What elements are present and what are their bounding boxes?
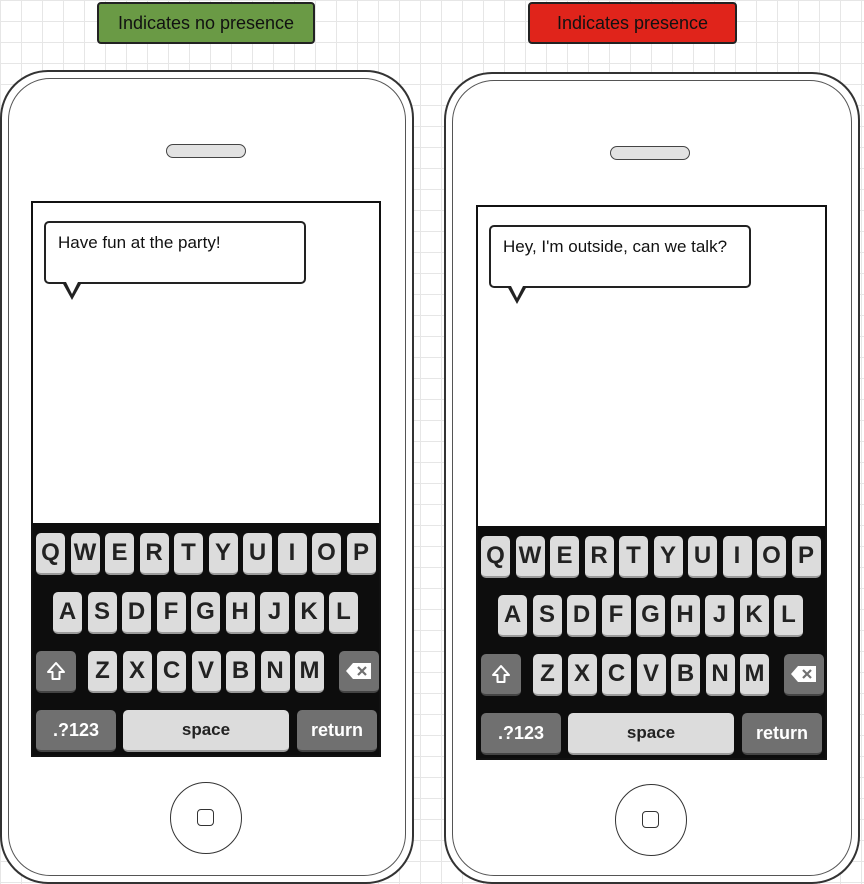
- backspace-key[interactable]: [339, 651, 379, 693]
- backspace-icon: [346, 663, 371, 679]
- key-j[interactable]: J: [260, 592, 289, 634]
- key-x[interactable]: X: [122, 651, 152, 693]
- key-y[interactable]: Y: [653, 536, 683, 578]
- key-s[interactable]: S: [532, 595, 562, 637]
- key-k[interactable]: K: [294, 592, 324, 634]
- key-q[interactable]: Q: [36, 533, 65, 575]
- key-v[interactable]: V: [636, 654, 666, 696]
- phone-screen: Have fun at the party! QWERTYUIOP ASDFGHJ…: [31, 201, 381, 757]
- key-f[interactable]: F: [156, 592, 186, 634]
- key-r[interactable]: R: [584, 536, 614, 578]
- key-g[interactable]: G: [191, 592, 220, 634]
- message-bubble: Hey, I'm outside, can we talk?: [489, 225, 751, 288]
- key-u[interactable]: U: [243, 533, 272, 575]
- phone-mockup-right: Hey, I'm outside, can we talk? QWERTYUIO…: [444, 72, 860, 884]
- key-h[interactable]: H: [225, 592, 255, 634]
- numbers-key[interactable]: .?123: [36, 710, 116, 752]
- message-bubble: Have fun at the party!: [44, 221, 306, 284]
- key-v[interactable]: V: [191, 651, 221, 693]
- key-b[interactable]: B: [226, 651, 255, 693]
- key-t[interactable]: T: [174, 533, 203, 575]
- presence-label: Indicates presence: [528, 2, 737, 44]
- key-p[interactable]: P: [791, 536, 821, 578]
- key-h[interactable]: H: [670, 595, 700, 637]
- home-square-icon: [197, 809, 214, 826]
- key-y[interactable]: Y: [208, 533, 238, 575]
- key-l[interactable]: L: [329, 592, 358, 634]
- no-presence-label: Indicates no presence: [97, 2, 315, 44]
- key-e[interactable]: E: [550, 536, 579, 578]
- key-n[interactable]: N: [260, 651, 290, 693]
- key-k[interactable]: K: [739, 595, 769, 637]
- key-o[interactable]: O: [312, 533, 341, 575]
- key-p[interactable]: P: [346, 533, 376, 575]
- key-l[interactable]: L: [774, 595, 803, 637]
- key-a[interactable]: A: [498, 595, 527, 637]
- key-u[interactable]: U: [688, 536, 717, 578]
- numbers-key[interactable]: .?123: [481, 713, 561, 755]
- key-d[interactable]: D: [122, 592, 151, 634]
- key-b[interactable]: B: [671, 654, 700, 696]
- bubble-tail: [62, 280, 82, 300]
- key-x[interactable]: X: [567, 654, 597, 696]
- key-z[interactable]: Z: [88, 651, 117, 693]
- key-m[interactable]: M: [295, 651, 324, 693]
- space-key[interactable]: space: [123, 710, 289, 752]
- shift-icon: [47, 662, 65, 680]
- bubble-tail: [507, 284, 527, 304]
- shift-key[interactable]: [481, 654, 521, 696]
- key-g[interactable]: G: [636, 595, 665, 637]
- key-t[interactable]: T: [619, 536, 648, 578]
- key-o[interactable]: O: [757, 536, 786, 578]
- home-button[interactable]: [170, 782, 242, 854]
- key-e[interactable]: E: [105, 533, 134, 575]
- phone-screen: Hey, I'm outside, can we talk? QWERTYUIO…: [476, 205, 827, 760]
- home-square-icon: [642, 811, 659, 828]
- key-s[interactable]: S: [87, 592, 117, 634]
- return-key[interactable]: return: [742, 713, 822, 755]
- key-c[interactable]: C: [157, 651, 186, 693]
- return-key[interactable]: return: [297, 710, 377, 752]
- shift-key[interactable]: [36, 651, 76, 693]
- backspace-icon: [791, 666, 816, 682]
- speaker-slot: [610, 146, 690, 160]
- key-m[interactable]: M: [740, 654, 769, 696]
- key-w[interactable]: W: [70, 533, 100, 575]
- key-f[interactable]: F: [601, 595, 631, 637]
- key-d[interactable]: D: [567, 595, 596, 637]
- key-n[interactable]: N: [705, 654, 735, 696]
- key-j[interactable]: J: [705, 595, 734, 637]
- shift-icon: [492, 665, 510, 683]
- key-i[interactable]: I: [722, 536, 752, 578]
- onscreen-keyboard: Q W E R T Y U I O P A S D F G H J K L Z X C V B N M .?123 space retu…: [33, 523, 379, 755]
- speaker-slot: [166, 144, 246, 158]
- key-w[interactable]: W: [515, 536, 545, 578]
- key-i[interactable]: I: [277, 533, 307, 575]
- key-q[interactable]: Q: [481, 536, 510, 578]
- space-key[interactable]: space: [568, 713, 734, 755]
- key-c[interactable]: C: [602, 654, 631, 696]
- home-button[interactable]: [615, 784, 687, 856]
- key-z[interactable]: Z: [533, 654, 562, 696]
- onscreen-keyboard: Q W E R T Y U I O P A S D F G H J K L Z X C V B N M .?123 space retu…: [478, 526, 825, 758]
- phone-mockup-left: Have fun at the party! QWERTYUIOP ASDFGHJ…: [0, 70, 414, 884]
- backspace-key[interactable]: [784, 654, 824, 696]
- key-r[interactable]: R: [139, 533, 169, 575]
- key-a[interactable]: A: [53, 592, 82, 634]
